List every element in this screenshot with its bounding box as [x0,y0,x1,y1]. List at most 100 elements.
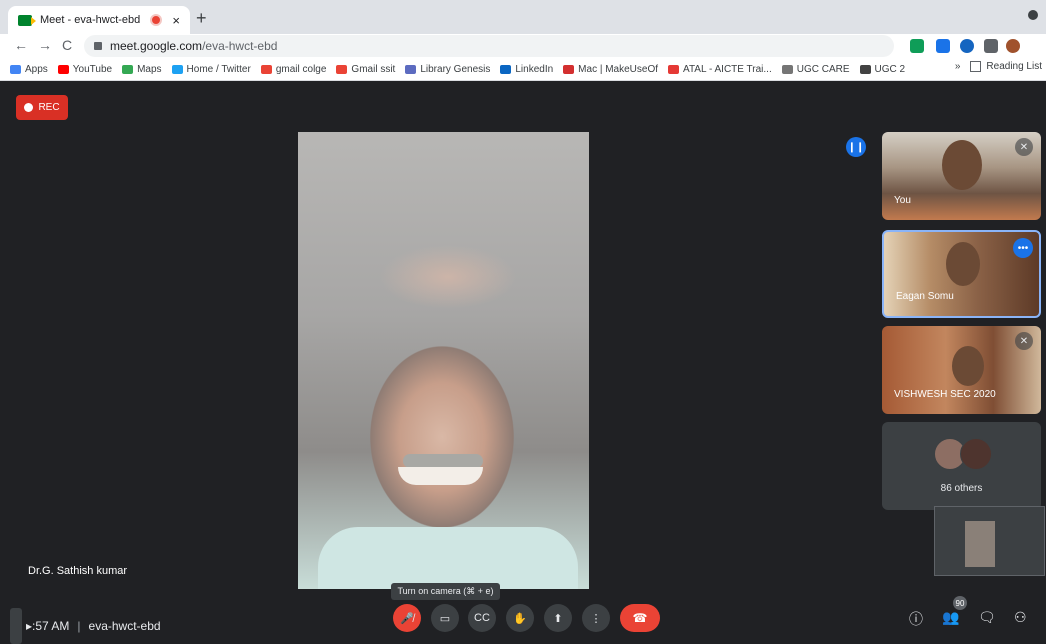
participant-count-badge: 90 [953,596,967,610]
mic-off-icon: ✕ [1015,138,1033,156]
window-menu-icon[interactable] [1028,10,1038,20]
mic-off-icon: ✕ [1015,332,1033,350]
meet-tab[interactable]: Meet - eva-hwct-ebd × [8,6,190,34]
captions-button[interactable]: CC [468,604,496,632]
bookmark-label: gmail colge [275,63,327,75]
participant-video [942,140,982,190]
more-options-button[interactable]: ⋮ [582,604,610,632]
tab-title: Meet - eva-hwct-ebd [40,14,141,26]
rec-label: REC [38,102,60,113]
participant-name: VISHWESH SEC 2020 [894,389,996,400]
participant-tile-vishwesh[interactable]: ✕ VISHWESH SEC 2020 [882,326,1041,414]
camera-tooltip: Turn on camera (⌘ + e) [391,583,500,600]
video-detail [398,467,483,485]
bookmarks-more-button[interactable]: » [955,61,961,72]
url-domain: meet.google.com [110,39,203,53]
record-dot-icon [24,103,34,112]
back-button[interactable]: ← [14,37,28,53]
reading-list-icon [970,61,982,72]
self-view-video [965,521,995,567]
bookmark-item[interactable]: Mac | MakeUseOf [563,64,658,75]
bookmark-favicon-icon [405,64,417,74]
bookmark-item[interactable]: Home / Twitter [171,63,251,75]
bookmark-item[interactable]: UGC 2 [859,63,906,75]
participant-name: You [894,195,911,206]
chat-icon[interactable]: 🗨 [978,609,996,626]
bookmark-item[interactable]: Apps [10,64,48,75]
bookmark-favicon-icon [668,64,680,74]
extension-sheets-icon[interactable] [910,39,924,53]
main-speaker-video [298,132,589,589]
new-tab-button[interactable]: + [196,8,207,29]
bookmark-item[interactable]: Library Genesis [405,64,490,75]
bookmark-item[interactable]: Gmail ssit [336,64,395,75]
bookmark-favicon-icon [10,64,21,74]
more-options-icon[interactable]: ••• [1013,238,1033,258]
meeting-code: eva-hwct-ebd [88,619,161,633]
lock-icon [94,42,102,50]
scroll-handle[interactable] [10,608,22,644]
url-path: /eva-hwct-ebd [202,39,278,53]
bookmark-label: YouTube [72,63,113,75]
avatar [960,438,992,470]
bookmark-favicon-icon [122,64,134,74]
browser-tab-strip: Meet - eva-hwct-ebd × + [0,0,1046,34]
tab-close-button[interactable]: × [172,13,180,28]
bookmark-favicon-icon [563,64,575,74]
bookmarks-right: » Reading List [955,61,1042,72]
bookmark-label: UGC 2 [874,63,906,75]
bookmarks-bar: Apps YouTube Maps Home / Twitter gmail colge… [0,58,1046,81]
bookmark-favicon-icon [500,64,512,74]
bookmark-label: LinkedIn [515,63,554,75]
bookmark-item[interactable]: UGC CARE [781,63,850,75]
bookmark-favicon-icon [260,64,272,74]
profile-avatar[interactable] [1006,39,1020,53]
main-speaker-name: Dr.G. Sathish kumar [28,565,128,577]
bookmark-item[interactable]: Maps [122,64,162,75]
participant-name: Eagan Somu [896,291,954,302]
others-tile[interactable]: 86 others [882,422,1041,510]
meeting-details: ▸:57 AM | eva-hwct-ebd [10,608,161,644]
bookmark-item[interactable]: ATAL - AICTE Trai... [668,64,772,75]
bookmark-item[interactable]: LinkedIn [500,64,553,75]
participant-video [946,242,980,286]
participant-tile-you[interactable]: ✕ You [882,132,1041,220]
speaking-indicator-icon: ❙❙ [846,137,866,157]
people-icon[interactable]: 👥 [942,609,959,626]
others-count: 86 others [940,483,983,494]
raise-hand-button[interactable]: ✋ [506,604,534,632]
self-view-preview [934,506,1045,576]
mic-toggle-button[interactable]: 🎤̸ [393,604,421,632]
forward-button[interactable]: → [38,37,52,53]
meeting-info-icon[interactable]: ⓘ [909,609,923,629]
address-bar-row: ← → C meet.google.com/eva-hwct-ebd [0,34,1046,58]
bookmark-favicon-icon [336,64,348,74]
bookmark-item[interactable]: gmail colge [260,63,327,75]
video-detail [403,454,483,468]
activities-icon[interactable]: ⚇ [1014,609,1027,626]
bookmark-item[interactable]: YouTube [57,63,113,75]
bookmark-label: Library Genesis [420,63,491,75]
leave-call-button[interactable]: ☎ [620,604,660,632]
participant-tile-eagan-somu[interactable]: ••• Eagan Somu [882,230,1041,318]
bookmark-favicon-icon [57,64,69,74]
extensions-puzzle-icon[interactable] [984,39,998,53]
bookmark-label: Home / Twitter [186,63,251,75]
divider: | [77,619,81,633]
video-detail [318,527,578,589]
extension-blue-icon[interactable] [936,39,950,53]
bookmark-favicon-icon [859,64,871,74]
recording-indicator-icon [150,14,163,26]
meet-favicon-icon [18,14,36,26]
bookmark-label: Gmail ssit [351,63,396,75]
present-button[interactable]: ⬆ [544,604,572,632]
bookmark-label: Mac | MakeUseOf [578,63,659,75]
participant-video [952,346,984,386]
meeting-time: ▸:57 AM [26,619,70,633]
bookmark-label: UGC CARE [796,63,850,75]
reload-button[interactable]: C [62,37,72,53]
reading-list-button[interactable]: Reading List [986,61,1042,72]
url-bar[interactable]: meet.google.com/eva-hwct-ebd [84,35,894,57]
extension-k-icon[interactable] [960,39,974,53]
camera-toggle-button[interactable]: ▭ [431,604,459,632]
